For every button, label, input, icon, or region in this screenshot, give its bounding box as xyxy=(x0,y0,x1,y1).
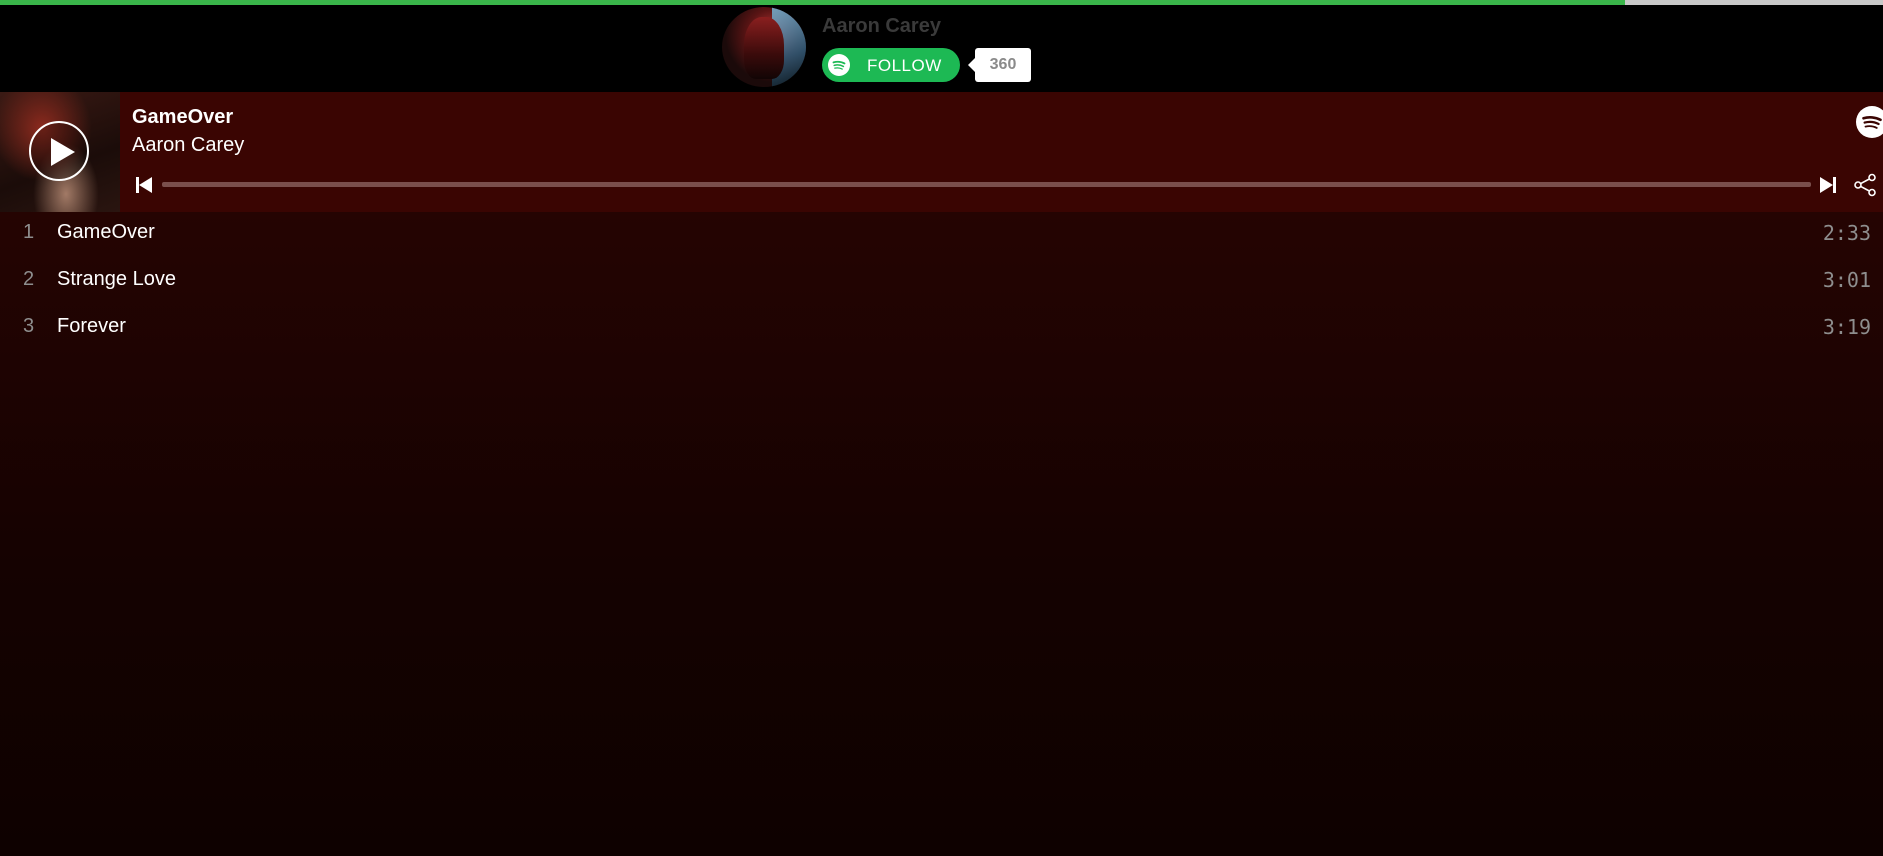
track-title: Strange Love xyxy=(57,268,176,290)
header-artist-name[interactable]: Aaron Carey xyxy=(822,15,941,38)
track-number: 3 xyxy=(23,315,35,337)
follower-count-badge: 360 xyxy=(968,48,1031,82)
track-title: Forever xyxy=(57,315,126,337)
play-icon xyxy=(51,138,75,166)
track-duration: 3:01 xyxy=(1822,268,1871,292)
avatar-figure xyxy=(744,17,784,79)
follow-header: Aaron Carey FOLLOW 360 xyxy=(0,5,1883,92)
track-duration: 2:33 xyxy=(1822,221,1871,245)
progress-bar[interactable] xyxy=(162,182,1811,187)
now-playing-title[interactable]: GameOver xyxy=(132,106,233,129)
track-title: GameOver xyxy=(57,221,155,243)
play-button[interactable] xyxy=(29,121,89,181)
track-row[interactable]: 1 GameOver 2:33 xyxy=(0,212,1883,259)
spotify-logo-icon[interactable] xyxy=(1856,106,1883,138)
track-row[interactable]: 3 Forever 3:19 xyxy=(0,306,1883,353)
spotify-embed-page: Aaron Carey FOLLOW 360 GameOver Aaron Ca… xyxy=(0,0,1883,856)
album-cover xyxy=(0,92,120,212)
now-playing-artist[interactable]: Aaron Carey xyxy=(132,134,244,157)
artist-avatar[interactable] xyxy=(722,7,806,87)
skip-next-icon[interactable] xyxy=(1819,176,1837,194)
track-row[interactable]: 2 Strange Love 3:01 xyxy=(0,259,1883,306)
player-bar: GameOver Aaron Carey xyxy=(0,92,1883,212)
skip-previous-icon[interactable] xyxy=(135,176,153,194)
share-icon[interactable] xyxy=(1853,173,1877,197)
follow-button[interactable]: FOLLOW xyxy=(822,48,960,82)
follow-label: FOLLOW xyxy=(867,56,942,75)
track-duration: 3:19 xyxy=(1822,315,1871,339)
track-list: 1 GameOver 2:33 2 Strange Love 3:01 3 Fo… xyxy=(0,212,1883,856)
track-number: 1 xyxy=(23,221,35,243)
track-number: 2 xyxy=(23,268,35,290)
spotify-logo-icon xyxy=(828,54,850,76)
